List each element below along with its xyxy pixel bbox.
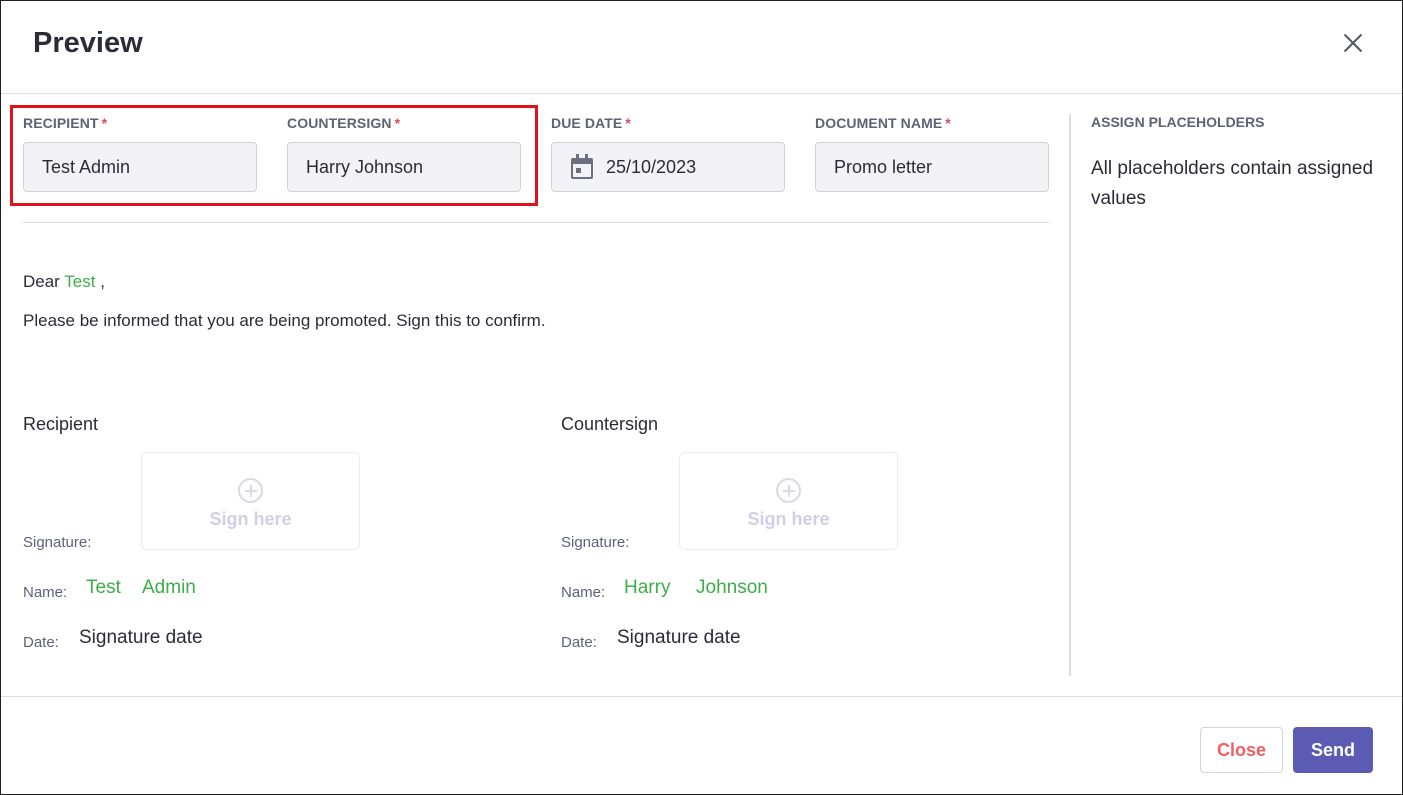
date-label: Date:	[561, 634, 597, 651]
dialog-header: Preview	[1, 1, 1402, 94]
divider	[23, 222, 1049, 223]
recipient-last-name: Admin	[142, 577, 196, 598]
greeting-prefix: Dear	[23, 272, 60, 291]
due-date-value: 25/10/2023	[606, 156, 697, 177]
calendar-icon[interactable]	[570, 154, 594, 180]
due-date-label: DUE DATE *	[551, 115, 631, 131]
countersign-signature-heading: Countersign	[561, 414, 659, 434]
footer-divider	[1, 696, 1402, 697]
due-date-label-text: DUE DATE	[551, 115, 623, 131]
close-button[interactable]: Close	[1200, 727, 1283, 773]
document-name-label: DOCUMENT NAME *	[815, 115, 951, 131]
document-name-field[interactable]: Promo letter	[815, 142, 1049, 192]
highlight-box	[10, 105, 538, 206]
sign-here-label: Sign here	[747, 509, 830, 529]
signature-label: Signature:	[561, 534, 630, 551]
plus-circle-icon	[238, 478, 263, 503]
recipient-first-name: Test	[86, 577, 121, 598]
signature-label: Signature:	[23, 534, 92, 551]
assign-placeholders-title: ASSIGN PLACEHOLDERS	[1091, 114, 1265, 130]
countersign-signature-date: Signature date	[617, 627, 741, 648]
name-label: Name:	[561, 584, 606, 601]
recipient-sign-here-button[interactable]: Sign here	[141, 452, 360, 550]
required-mark: *	[625, 115, 631, 131]
plus-circle-icon	[776, 478, 801, 503]
document-body: Please be informed that you are being pr…	[23, 311, 546, 330]
document-name-label-text: DOCUMENT NAME	[815, 115, 943, 131]
date-label: Date:	[23, 634, 59, 651]
countersign-sign-here-button[interactable]: Sign here	[679, 452, 898, 550]
placeholders-status-message: All placeholders contain assigned values	[1091, 158, 1374, 209]
dialog-title: Preview	[33, 27, 143, 59]
greeting-line: Dear Test ,	[23, 272, 105, 292]
sign-here-label: Sign here	[209, 509, 292, 529]
greeting-suffix: ,	[100, 272, 105, 291]
recipient-signature-heading: Recipient	[23, 414, 99, 434]
sidebar-divider	[1069, 114, 1071, 676]
close-icon[interactable]	[1339, 29, 1367, 57]
send-button[interactable]: Send	[1293, 727, 1373, 773]
required-mark: *	[945, 115, 951, 131]
due-date-field[interactable]: 25/10/2023	[551, 142, 785, 192]
preview-dialog: Preview RECIPIENT * COUNTERSIGN * DUE DATE…	[0, 0, 1403, 795]
recipient-signature-date: Signature date	[79, 627, 203, 648]
countersign-first-name: Harry	[624, 577, 671, 598]
greeting-name-placeholder: Test	[64, 272, 96, 291]
name-label: Name:	[23, 584, 68, 601]
countersign-last-name: Johnson	[696, 577, 768, 598]
